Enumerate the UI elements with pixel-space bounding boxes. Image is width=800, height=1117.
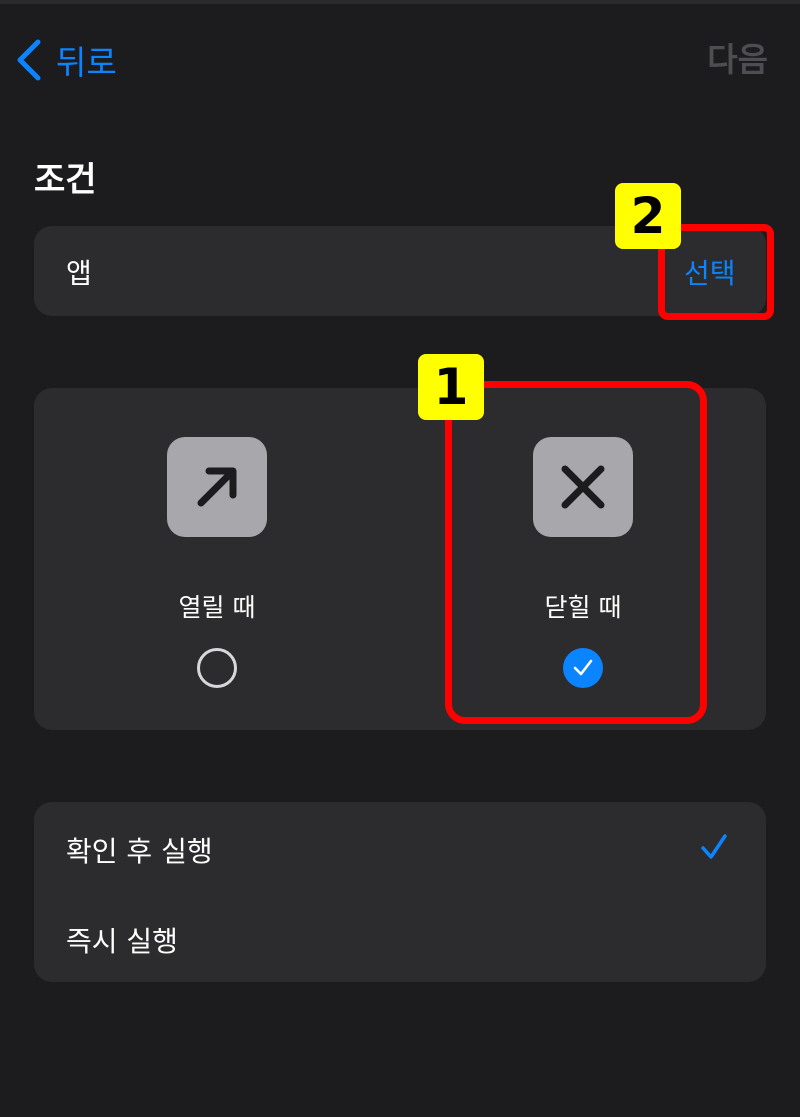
chevron-left-icon [17, 39, 41, 81]
navigation-bar: 뒤로 다음 [0, 20, 800, 100]
app-label: 앱 [66, 257, 92, 290]
arrow-up-right-icon [167, 437, 267, 537]
step-badge-1: 1 [418, 354, 484, 420]
top-divider [0, 0, 800, 4]
radio-unselected[interactable] [197, 648, 237, 688]
next-button[interactable]: 다음 [707, 38, 768, 82]
back-button[interactable]: 뒤로 [16, 38, 117, 82]
run-after-confirm-item[interactable]: 확인 후 실행 [34, 802, 766, 892]
run-mode-label: 확인 후 실행 [66, 835, 213, 868]
step-badge-2: 2 [615, 183, 681, 249]
section-title: 조건 [34, 160, 97, 200]
run-mode-list: 확인 후 실행 즉시 실행 [34, 802, 766, 982]
run-mode-label: 즉시 실행 [66, 925, 178, 958]
back-label: 뒤로 [56, 43, 117, 82]
checkmark-icon [701, 834, 727, 859]
run-immediately-item[interactable]: 즉시 실행 [34, 892, 766, 982]
highlight-box-closed-option [445, 381, 707, 724]
option-label: 열릴 때 [178, 593, 256, 622]
option-when-opened[interactable]: 열릴 때 [34, 388, 400, 730]
